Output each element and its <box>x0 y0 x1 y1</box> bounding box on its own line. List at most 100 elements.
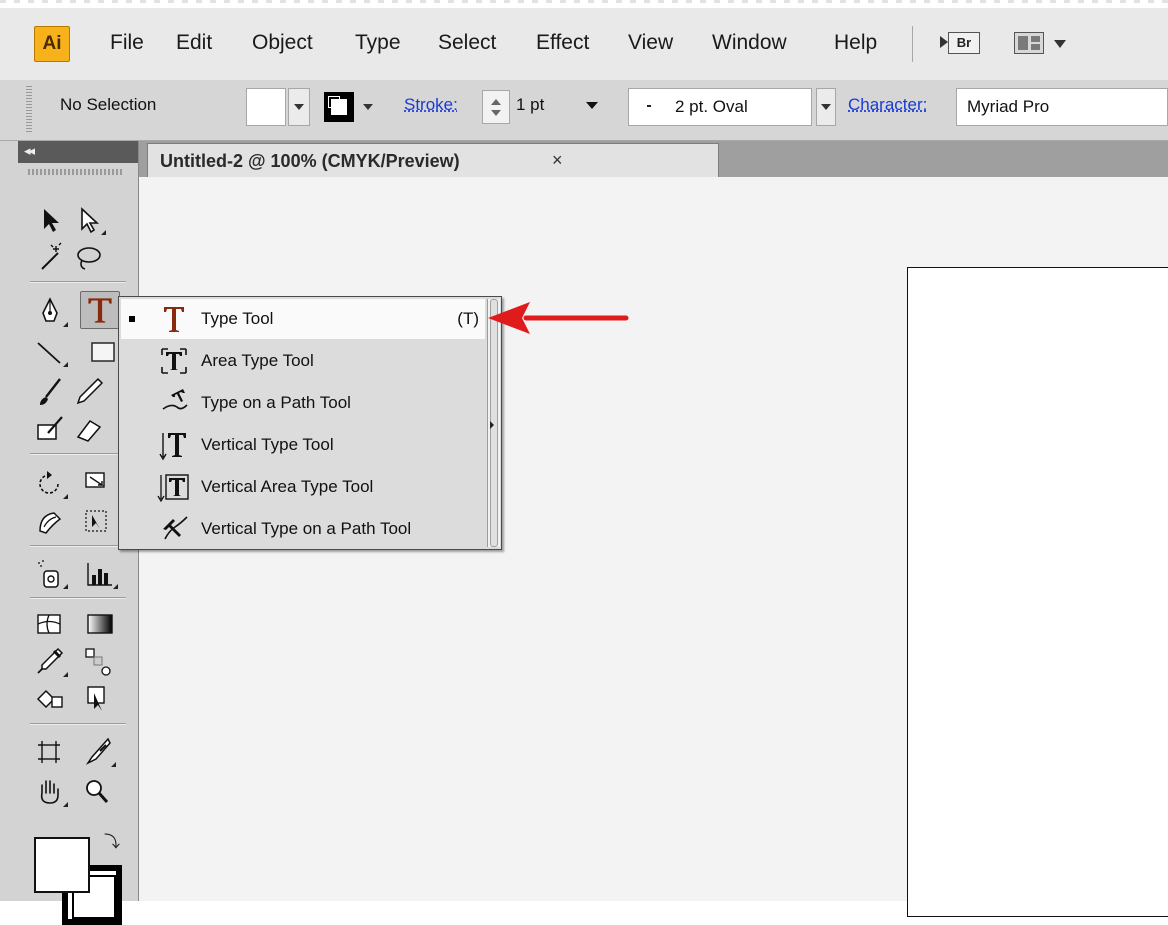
stroke-weight-value[interactable]: 1 pt <box>516 94 544 116</box>
flyout-item-label: Area Type Tool <box>201 351 314 370</box>
menu-view[interactable]: View <box>628 30 673 56</box>
lasso-tool[interactable] <box>70 241 106 275</box>
font-family-field[interactable]: Myriad Pro <box>956 88 1168 126</box>
stroke-swatch[interactable] <box>324 92 354 122</box>
type-t-icon <box>88 298 112 323</box>
toolbox-divider <box>30 453 126 454</box>
warp-tool[interactable] <box>32 505 68 539</box>
magic-wand-icon <box>41 242 62 270</box>
flyout-item-area-type-tool[interactable]: Area Type Tool <box>121 341 485 381</box>
menu-help[interactable]: Help <box>834 30 877 56</box>
selection-tool[interactable] <box>32 203 68 237</box>
vertical-type-tool-icon <box>157 427 191 463</box>
blend-icon <box>85 648 111 676</box>
column-graph-tool[interactable] <box>82 557 118 591</box>
flyout-item-vertical-type-tool[interactable]: Vertical Type Tool <box>121 425 485 465</box>
pen-tool[interactable] <box>32 295 68 329</box>
free-transform-tool[interactable] <box>80 505 116 539</box>
more-tools-indicator <box>101 230 106 235</box>
symbol-sprayer-tool[interactable] <box>32 557 68 591</box>
menu-select[interactable]: Select <box>438 30 496 56</box>
direct-selection-tool[interactable] <box>70 203 106 237</box>
fill-swatch[interactable] <box>246 88 286 126</box>
artboard-tool[interactable] <box>32 735 68 769</box>
control-bar: No Selection Stroke: 1 pt 2 pt. Oval Cha… <box>0 80 1168 141</box>
flyout-item-label: Vertical Area Type Tool <box>201 477 374 496</box>
go-to-bridge-button[interactable]: Br <box>940 30 980 54</box>
fill-color-swatch[interactable] <box>34 837 90 893</box>
rotate-tool[interactable] <box>32 467 68 501</box>
more-tools-indicator <box>63 672 68 677</box>
control-bar-grip[interactable] <box>26 86 32 132</box>
flyout-item-vertical-type-on-path-tool[interactable]: Vertical Type on a Path Tool <box>121 509 485 549</box>
mesh-tool[interactable] <box>32 607 68 641</box>
menu-bar: Ai File Edit Object Type Select Effect V… <box>0 8 1168 81</box>
brush-definition-field[interactable]: 2 pt. Oval <box>628 88 812 126</box>
gradient-icon <box>87 614 113 634</box>
blob-brush-tool[interactable] <box>32 413 68 447</box>
tools-panel-grip[interactable] <box>28 169 124 175</box>
pencil-tool[interactable] <box>70 375 106 409</box>
stroke-dropdown-button[interactable] <box>360 92 376 122</box>
collapse-panel-icon[interactable]: ◂◂ <box>24 143 35 159</box>
swap-fill-stroke-icon[interactable]: ⤵ <box>104 835 120 851</box>
brush-definition-label: 2 pt. Oval <box>675 97 748 116</box>
scale-tool[interactable] <box>80 467 116 501</box>
menu-object[interactable]: Object <box>252 30 313 56</box>
shortcut-label: (T) <box>457 309 479 328</box>
arrange-documents-button[interactable] <box>1014 32 1080 56</box>
close-icon[interactable]: × <box>552 150 563 170</box>
document-tab-bar: Untitled-2 @ 100% (CMYK/Preview) × <box>139 141 1168 177</box>
menu-type[interactable]: Type <box>355 30 401 56</box>
live-paint-selection-icon <box>87 686 105 711</box>
type-tool-icon <box>157 301 191 337</box>
hand-tool[interactable] <box>32 775 68 809</box>
tools-panel-header[interactable]: ◂◂ <box>18 141 138 163</box>
red-annotation-arrow-icon <box>488 302 629 334</box>
more-tools-indicator <box>113 584 118 589</box>
artboard[interactable] <box>907 267 1168 917</box>
eyedropper-tool[interactable] <box>32 645 68 679</box>
live-paint-bucket-tool[interactable] <box>32 681 68 715</box>
flyout-item-label: Vertical Type on a Path Tool <box>201 519 412 538</box>
paintbrush-tool[interactable] <box>32 375 68 409</box>
menu-separator <box>912 26 913 62</box>
type-tool[interactable] <box>80 291 120 329</box>
menu-file[interactable]: File <box>110 30 144 56</box>
font-family-value: Myriad Pro <box>967 97 1050 116</box>
menu-window[interactable]: Window <box>712 30 787 56</box>
magic-wand-tool[interactable] <box>32 241 68 275</box>
live-paint-selection-tool[interactable] <box>80 681 116 715</box>
free-transform-icon <box>85 510 107 532</box>
fill-color-dropdown[interactable] <box>246 88 312 126</box>
flyout-item-vertical-area-type-tool[interactable]: Vertical Area Type Tool <box>121 467 485 507</box>
vertical-area-type-tool-icon <box>157 469 191 505</box>
gradient-tool[interactable] <box>82 607 118 641</box>
stroke-weight-stepper[interactable] <box>482 90 510 124</box>
eraser-tool[interactable] <box>70 413 106 447</box>
rectangle-tool[interactable] <box>86 335 122 369</box>
flyout-item-label: Type on a Path Tool <box>201 393 351 412</box>
fill-dropdown-button[interactable] <box>288 88 310 126</box>
flyout-item-type-tool[interactable]: Type Tool (T) <box>121 299 485 339</box>
chevron-down-icon <box>586 102 598 109</box>
character-panel-link[interactable]: Character: <box>848 94 927 116</box>
flyout-item-label: Vertical Type Tool <box>201 435 334 454</box>
type-tool-flyout: Type Tool (T) Area Type Tool Type on a P… <box>118 296 502 550</box>
mesh-icon <box>37 614 61 634</box>
tearoff-arrow-icon <box>490 421 494 429</box>
flyout-item-type-on-path-tool[interactable]: Type on a Path Tool <box>121 383 485 423</box>
menu-edit[interactable]: Edit <box>176 30 212 56</box>
zoom-tool[interactable] <box>80 775 116 809</box>
slice-tool[interactable] <box>80 735 116 769</box>
menu-effect[interactable]: Effect <box>536 30 589 56</box>
chevron-down-icon <box>1054 40 1066 48</box>
document-tab[interactable]: Untitled-2 @ 100% (CMYK/Preview) × <box>147 143 719 177</box>
stroke-color-dropdown[interactable] <box>320 90 390 124</box>
eraser-icon <box>76 420 102 442</box>
line-segment-tool[interactable] <box>32 335 68 369</box>
stroke-panel-link[interactable]: Stroke: <box>404 94 458 116</box>
chevron-down-icon <box>821 104 831 110</box>
brush-definition-dropdown[interactable] <box>816 88 836 126</box>
blend-tool[interactable] <box>80 645 116 679</box>
